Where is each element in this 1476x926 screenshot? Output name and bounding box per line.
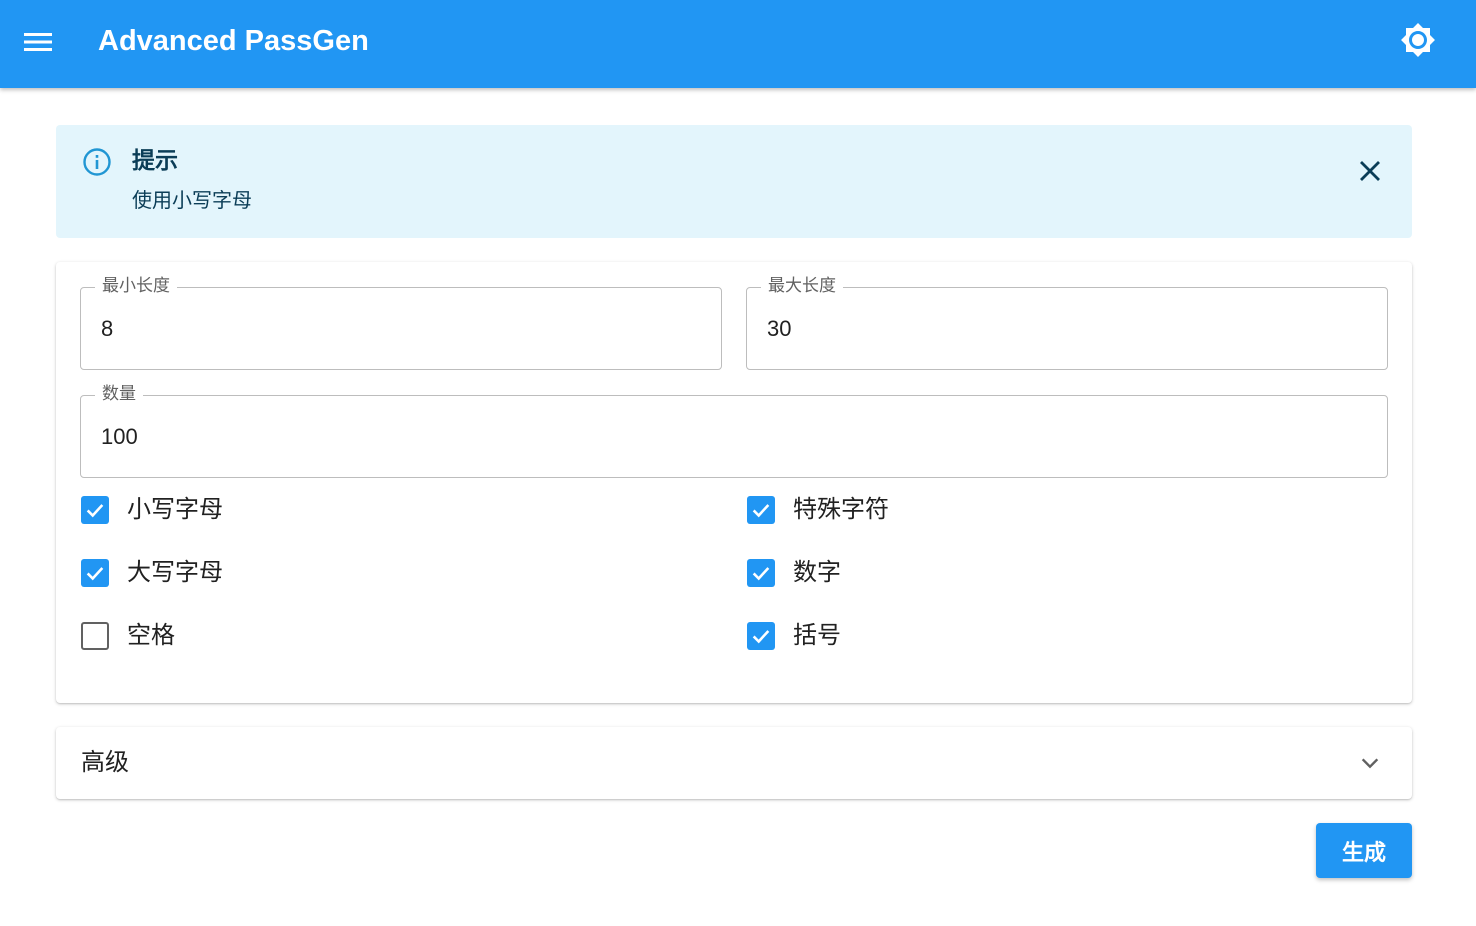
checkbox-box[interactable] [747,496,775,524]
checkmark-icon [86,567,104,581]
checkbox-label: 大写字母 [127,559,223,586]
checkbox-box[interactable] [747,559,775,587]
checkmark-icon [752,630,770,644]
checkbox-label: 特殊字符 [793,496,889,523]
count-label: 数量 [95,383,143,405]
menu-button[interactable] [20,24,56,60]
app-bar: Advanced PassGen [0,0,1476,88]
checkmark-icon [752,504,770,518]
expand-toggle[interactable] [1356,749,1384,777]
theme-toggle-button[interactable] [1398,20,1438,60]
brightness-icon [1401,23,1435,57]
count-field[interactable]: 数量 [80,383,1388,478]
advanced-expander[interactable]: 高级 [56,727,1412,799]
app-title: Advanced PassGen [98,25,369,57]
checkbox-box[interactable] [81,622,109,650]
settings-card: 最小长度 最大长度 数量 小写字母 特殊字符 大写字母 数字 空格 括号 [56,262,1412,703]
checkbox-label: 括号 [793,622,841,649]
min-length-field[interactable]: 最小长度 [80,275,722,370]
checkbox-space[interactable]: 空格 [81,618,175,654]
checkbox-uppercase[interactable]: 大写字母 [81,555,223,591]
info-alert: 提示 使用小写字母 [56,125,1412,238]
alert-close-button[interactable] [1352,153,1388,189]
generate-button[interactable]: 生成 [1316,823,1412,878]
count-input[interactable] [101,422,1367,452]
checkbox-box[interactable] [747,622,775,650]
advanced-title: 高级 [81,749,129,776]
menu-icon [24,33,52,51]
chevron-down-icon [1361,758,1379,769]
checkbox-special-chars[interactable]: 特殊字符 [747,492,889,528]
alert-message: 使用小写字母 [132,190,252,212]
max-length-input[interactable] [767,314,1367,344]
min-length-label: 最小长度 [95,275,177,297]
close-icon [1360,161,1380,181]
checkbox-box[interactable] [81,496,109,524]
info-icon [83,148,111,176]
checkbox-digits[interactable]: 数字 [747,555,841,591]
min-length-input[interactable] [101,314,701,344]
checkbox-lowercase[interactable]: 小写字母 [81,492,223,528]
max-length-label: 最大长度 [761,275,843,297]
checkmark-icon [752,567,770,581]
checkbox-label: 小写字母 [127,496,223,523]
checkbox-brackets[interactable]: 括号 [747,618,841,654]
checkbox-box[interactable] [81,559,109,587]
max-length-field[interactable]: 最大长度 [746,275,1388,370]
checkbox-label: 空格 [127,622,175,649]
checkmark-icon [86,504,104,518]
checkbox-label: 数字 [793,559,841,586]
alert-title: 提示 [132,147,178,173]
